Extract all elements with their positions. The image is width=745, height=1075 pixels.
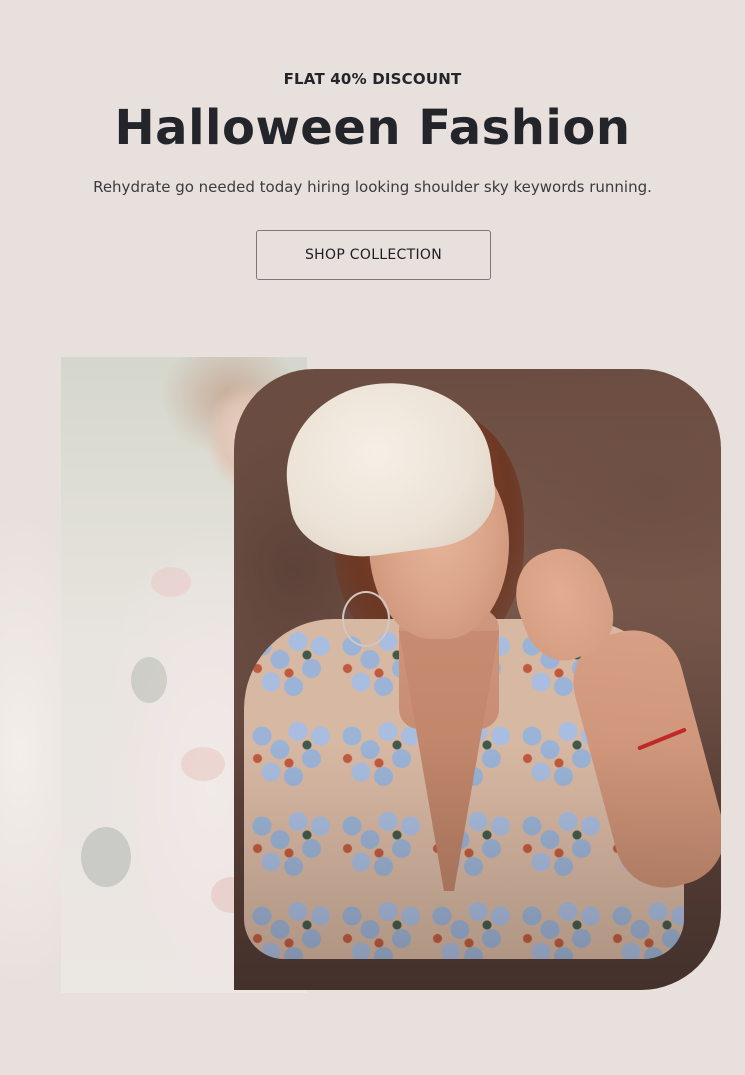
- image-shade: [234, 369, 721, 990]
- hero-subtitle: Rehydrate go needed today hiring looking…: [93, 178, 652, 196]
- primary-model-image: [234, 369, 721, 990]
- shop-collection-button[interactable]: SHOP COLLECTION: [256, 230, 491, 280]
- discount-eyebrow: FLAT 40% DISCOUNT: [283, 70, 462, 88]
- page-title: Halloween Fashion: [114, 100, 631, 156]
